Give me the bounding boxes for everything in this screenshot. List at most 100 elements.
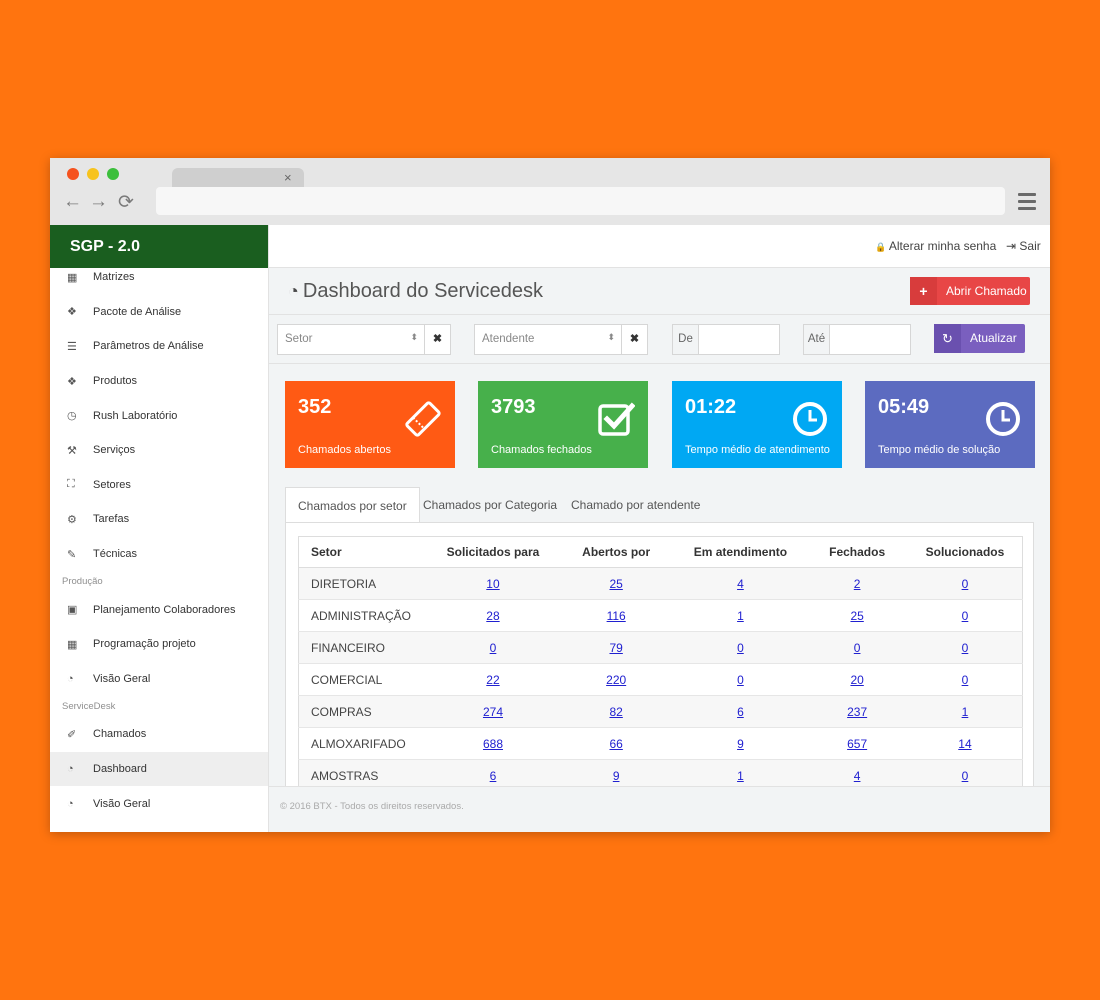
sidebar-item-visao-geral-producao[interactable]: ◔ Visão Geral <box>50 662 268 697</box>
update-button[interactable]: ↻ Atualizar <box>934 324 1025 353</box>
count-cell: 0 <box>907 567 1023 600</box>
clear-setor-button[interactable]: ✖ <box>424 324 451 355</box>
count-link[interactable]: 0 <box>490 641 497 655</box>
count-link[interactable]: 0 <box>962 673 969 687</box>
date-to-input[interactable] <box>829 324 911 355</box>
change-password-link[interactable]: 🔒 Alterar minha senha <box>875 239 996 253</box>
footer: © 2016 BTX - Todos os direitos reservado… <box>269 786 1050 832</box>
date-from-input[interactable] <box>698 324 780 355</box>
count-cell: 9 <box>674 727 807 760</box>
browser-menu-icon[interactable] <box>1018 193 1036 214</box>
sector-name-cell: ADMINISTRAÇÃO <box>298 599 429 632</box>
sidebar-item-setores[interactable]: ⛶ Setores <box>50 468 268 503</box>
tab-chamado-por-atendente[interactable]: Chamado por atendente <box>559 487 712 523</box>
count-link[interactable]: 6 <box>737 705 744 719</box>
sidebar-item-tarefas[interactable]: ⚙ Tarefas <box>50 502 268 537</box>
sector-table: Setor Solicitados para Abertos por Em at… <box>298 536 1023 792</box>
sidebar-item-parametros-analise[interactable]: ☰ Parâmetros de Análise <box>50 329 268 364</box>
sidebar-item-label: Planejamento Colaboradores <box>93 603 236 616</box>
count-link[interactable]: 0 <box>962 769 969 783</box>
count-link[interactable]: 25 <box>609 577 622 591</box>
count-link[interactable]: 688 <box>483 737 503 751</box>
sidebar-item-rush-laboratorio[interactable]: ◷ Rush Laboratório <box>50 398 268 433</box>
count-link[interactable]: 28 <box>486 609 499 623</box>
count-link[interactable]: 1 <box>737 609 744 623</box>
address-bar[interactable] <box>156 187 1005 215</box>
count-link[interactable]: 2 <box>854 577 861 591</box>
count-link[interactable]: 4 <box>854 769 861 783</box>
count-link[interactable]: 0 <box>962 577 969 591</box>
sidebar-item-dashboard[interactable]: ◔ Dashboard <box>50 751 268 787</box>
open-ticket-label: Abrir Chamado <box>946 284 1027 298</box>
count-link[interactable]: 14 <box>958 737 971 751</box>
reload-icon[interactable]: ⟳ <box>118 191 134 214</box>
count-link[interactable]: 79 <box>609 641 622 655</box>
sidebar-item-tecnicas[interactable]: ✎ Técnicas <box>50 537 268 572</box>
count-link[interactable]: 220 <box>606 673 626 687</box>
count-link[interactable]: 116 <box>607 609 626 623</box>
minimize-window-dot[interactable] <box>87 168 99 180</box>
count-link[interactable]: 82 <box>609 705 622 719</box>
count-link[interactable]: 9 <box>613 769 620 783</box>
cogs-icon: ⚙ <box>67 513 77 526</box>
sidebar-item-matrizes[interactable]: ▦ Matrizes <box>50 260 268 295</box>
count-link[interactable]: 0 <box>737 641 744 655</box>
dashboard-icon: ◔ <box>67 763 74 776</box>
sidebar-item-servicos[interactable]: ⚒ Serviços <box>50 433 268 468</box>
sidebar-item-chamados[interactable]: ✐ Chamados <box>50 717 268 752</box>
sidebar-item-label: Pacote de Análise <box>93 305 182 318</box>
setor-placeholder: Setor <box>285 333 313 345</box>
sidebar-item-programacao-projeto[interactable]: ▦ Programação projeto <box>50 627 268 662</box>
stat-label: Chamados fechados <box>491 444 592 456</box>
count-link[interactable]: 22 <box>486 673 499 687</box>
sidebar-item-planejamento-colaboradores[interactable]: ▣ Planejamento Colaboradores <box>50 592 268 627</box>
count-link[interactable]: 0 <box>737 673 744 687</box>
sidebar-item-label: Técnicas <box>93 548 138 561</box>
count-link[interactable]: 6 <box>490 769 497 783</box>
count-cell: 25 <box>806 599 908 632</box>
count-link[interactable]: 4 <box>737 577 744 591</box>
sidebar-item-label: Parâmetros de Análise <box>93 340 204 353</box>
tab-chamados-por-setor[interactable]: Chamados por setor <box>285 487 420 523</box>
count-link[interactable]: 25 <box>850 609 863 623</box>
setor-select[interactable]: Setor ⬍ <box>277 324 425 355</box>
stat-value: 3793 <box>491 396 536 418</box>
open-ticket-button[interactable]: + Abrir Chamado <box>910 277 1030 305</box>
count-link[interactable]: 9 <box>737 737 744 751</box>
count-link[interactable]: 657 <box>847 737 867 751</box>
sidebar-item-produtos[interactable]: ❖ Produtos <box>50 364 268 399</box>
count-link[interactable]: 1 <box>737 769 744 783</box>
count-cell: 0 <box>674 631 807 664</box>
clear-atendente-button[interactable]: ✖ <box>621 324 648 355</box>
sidebar-item-pacote-analise[interactable]: ❖ Pacote de Análise <box>50 295 268 330</box>
maximize-window-dot[interactable] <box>107 168 119 180</box>
forward-icon[interactable]: → <box>89 191 108 213</box>
table-row: COMPRAS 274 82 6 237 1 <box>298 695 1023 728</box>
close-window-dot[interactable] <box>67 168 79 180</box>
back-icon[interactable]: ← <box>63 191 82 213</box>
clock-icon: ◷ <box>67 410 77 423</box>
count-link[interactable]: 274 <box>483 705 503 719</box>
count-link[interactable]: 0 <box>854 641 861 655</box>
count-cell: 1 <box>674 599 807 632</box>
count-link[interactable]: 10 <box>486 577 499 591</box>
sidebar-item-label: Rush Laboratório <box>93 409 178 422</box>
count-link[interactable]: 1 <box>962 705 969 719</box>
sidebar-item-label: Produtos <box>93 375 138 388</box>
logout-link[interactable]: ⇥ Sair <box>1006 239 1041 253</box>
atendente-select[interactable]: Atendente ⬍ <box>474 324 622 355</box>
stat-card-avg-attendance: 01:22 Tempo médio de atendimento <box>672 381 842 468</box>
sidebar-item-visao-geral-servicedesk[interactable]: ◔ Visão Geral <box>50 786 268 821</box>
count-link[interactable]: 20 <box>850 673 863 687</box>
count-link[interactable]: 0 <box>962 609 969 623</box>
count-cell: 82 <box>557 695 675 728</box>
count-link[interactable]: 66 <box>609 737 622 751</box>
tab-chamados-por-categoria[interactable]: Chamados por Categoria <box>411 487 569 523</box>
count-cell: 0 <box>674 663 807 696</box>
count-cell: 79 <box>557 631 675 664</box>
page-title-text: Dashboard do Servicedesk <box>302 280 544 302</box>
count-link[interactable]: 237 <box>847 705 867 719</box>
tab-close-icon[interactable]: × <box>284 170 292 185</box>
count-link[interactable]: 0 <box>962 641 969 655</box>
sidebar-item-label: Tarefas <box>93 513 130 526</box>
